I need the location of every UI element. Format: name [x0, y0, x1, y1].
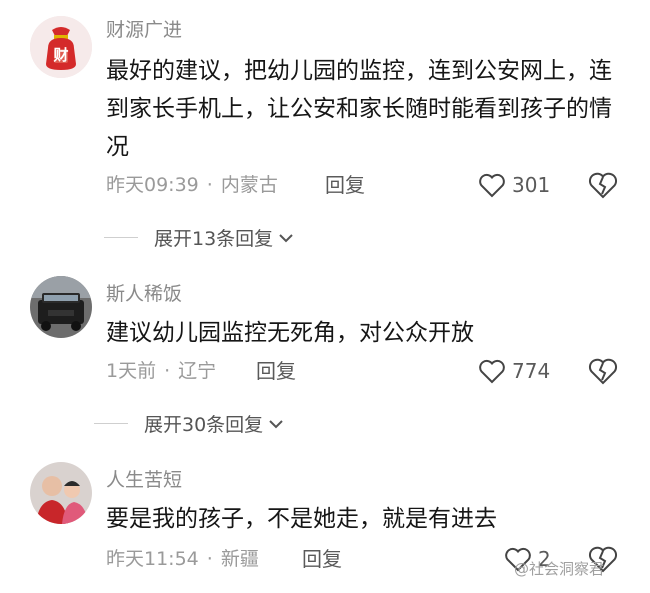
comment-time: 1天前: [106, 360, 157, 382]
comment-meta: 昨天09:39 · 内蒙古: [106, 172, 278, 198]
heart-icon: [479, 359, 505, 384]
car-photo-icon: [30, 276, 92, 338]
chevron-down-icon: [279, 233, 293, 242]
comment-location: 新疆: [220, 548, 259, 570]
like-button[interactable]: 301: [478, 170, 550, 200]
meta-separator: ·: [206, 174, 213, 196]
avatar[interactable]: [30, 276, 92, 338]
expand-replies[interactable]: 展开13条回复: [104, 224, 295, 251]
expand-replies-label: 展开13条回复: [154, 228, 274, 250]
comment-text: 建议幼儿园监控无死角，对公众开放: [106, 320, 474, 346]
reply-button[interactable]: 回复: [302, 546, 342, 572]
comment-text: 要是我的孩子，不是她走，就是有进去: [106, 506, 497, 532]
expand-replies[interactable]: 展开30条回复: [94, 410, 285, 437]
divider: [104, 237, 138, 238]
comment-text: 最好的建议，把幼儿园的监控，连到公安网上，连到家长手机上，让公安和家长随时能看到…: [106, 58, 612, 160]
reply-button[interactable]: 回复: [325, 172, 365, 198]
like-count: 774: [512, 359, 551, 383]
avatar[interactable]: [30, 462, 92, 524]
comment-username[interactable]: 人生苦短: [106, 468, 182, 492]
heart-icon: [479, 173, 505, 198]
comment-username[interactable]: 财源广进: [106, 18, 182, 42]
broken-heart-icon: [588, 172, 618, 199]
expand-replies-label: 展开30条回复: [144, 414, 264, 436]
comment-username[interactable]: 斯人稀饭: [106, 282, 182, 306]
chevron-down-icon: [269, 419, 283, 428]
broken-heart-icon: [588, 358, 618, 385]
dislike-button[interactable]: [588, 170, 618, 200]
comment-meta: 昨天11:54 · 新疆: [106, 546, 259, 572]
avatar-fortune-text: 财: [53, 46, 69, 64]
avatar[interactable]: 财: [30, 16, 92, 78]
watermark: @社会洞察君: [514, 560, 605, 578]
like-count: 301: [512, 173, 551, 197]
people-photo-icon: [30, 462, 92, 524]
comment-location: 内蒙古: [220, 174, 278, 196]
comment-location: 辽宁: [178, 360, 217, 382]
reply-button[interactable]: 回复: [256, 358, 296, 384]
comment-time: 昨天09:39: [106, 174, 199, 196]
comment-meta: 1天前 · 辽宁: [106, 358, 216, 384]
meta-separator: ·: [206, 548, 213, 570]
divider: [94, 423, 128, 424]
meta-separator: ·: [164, 360, 171, 382]
dislike-button[interactable]: [588, 356, 618, 386]
like-button[interactable]: 774: [478, 356, 550, 386]
comment-time: 昨天11:54: [106, 548, 199, 570]
